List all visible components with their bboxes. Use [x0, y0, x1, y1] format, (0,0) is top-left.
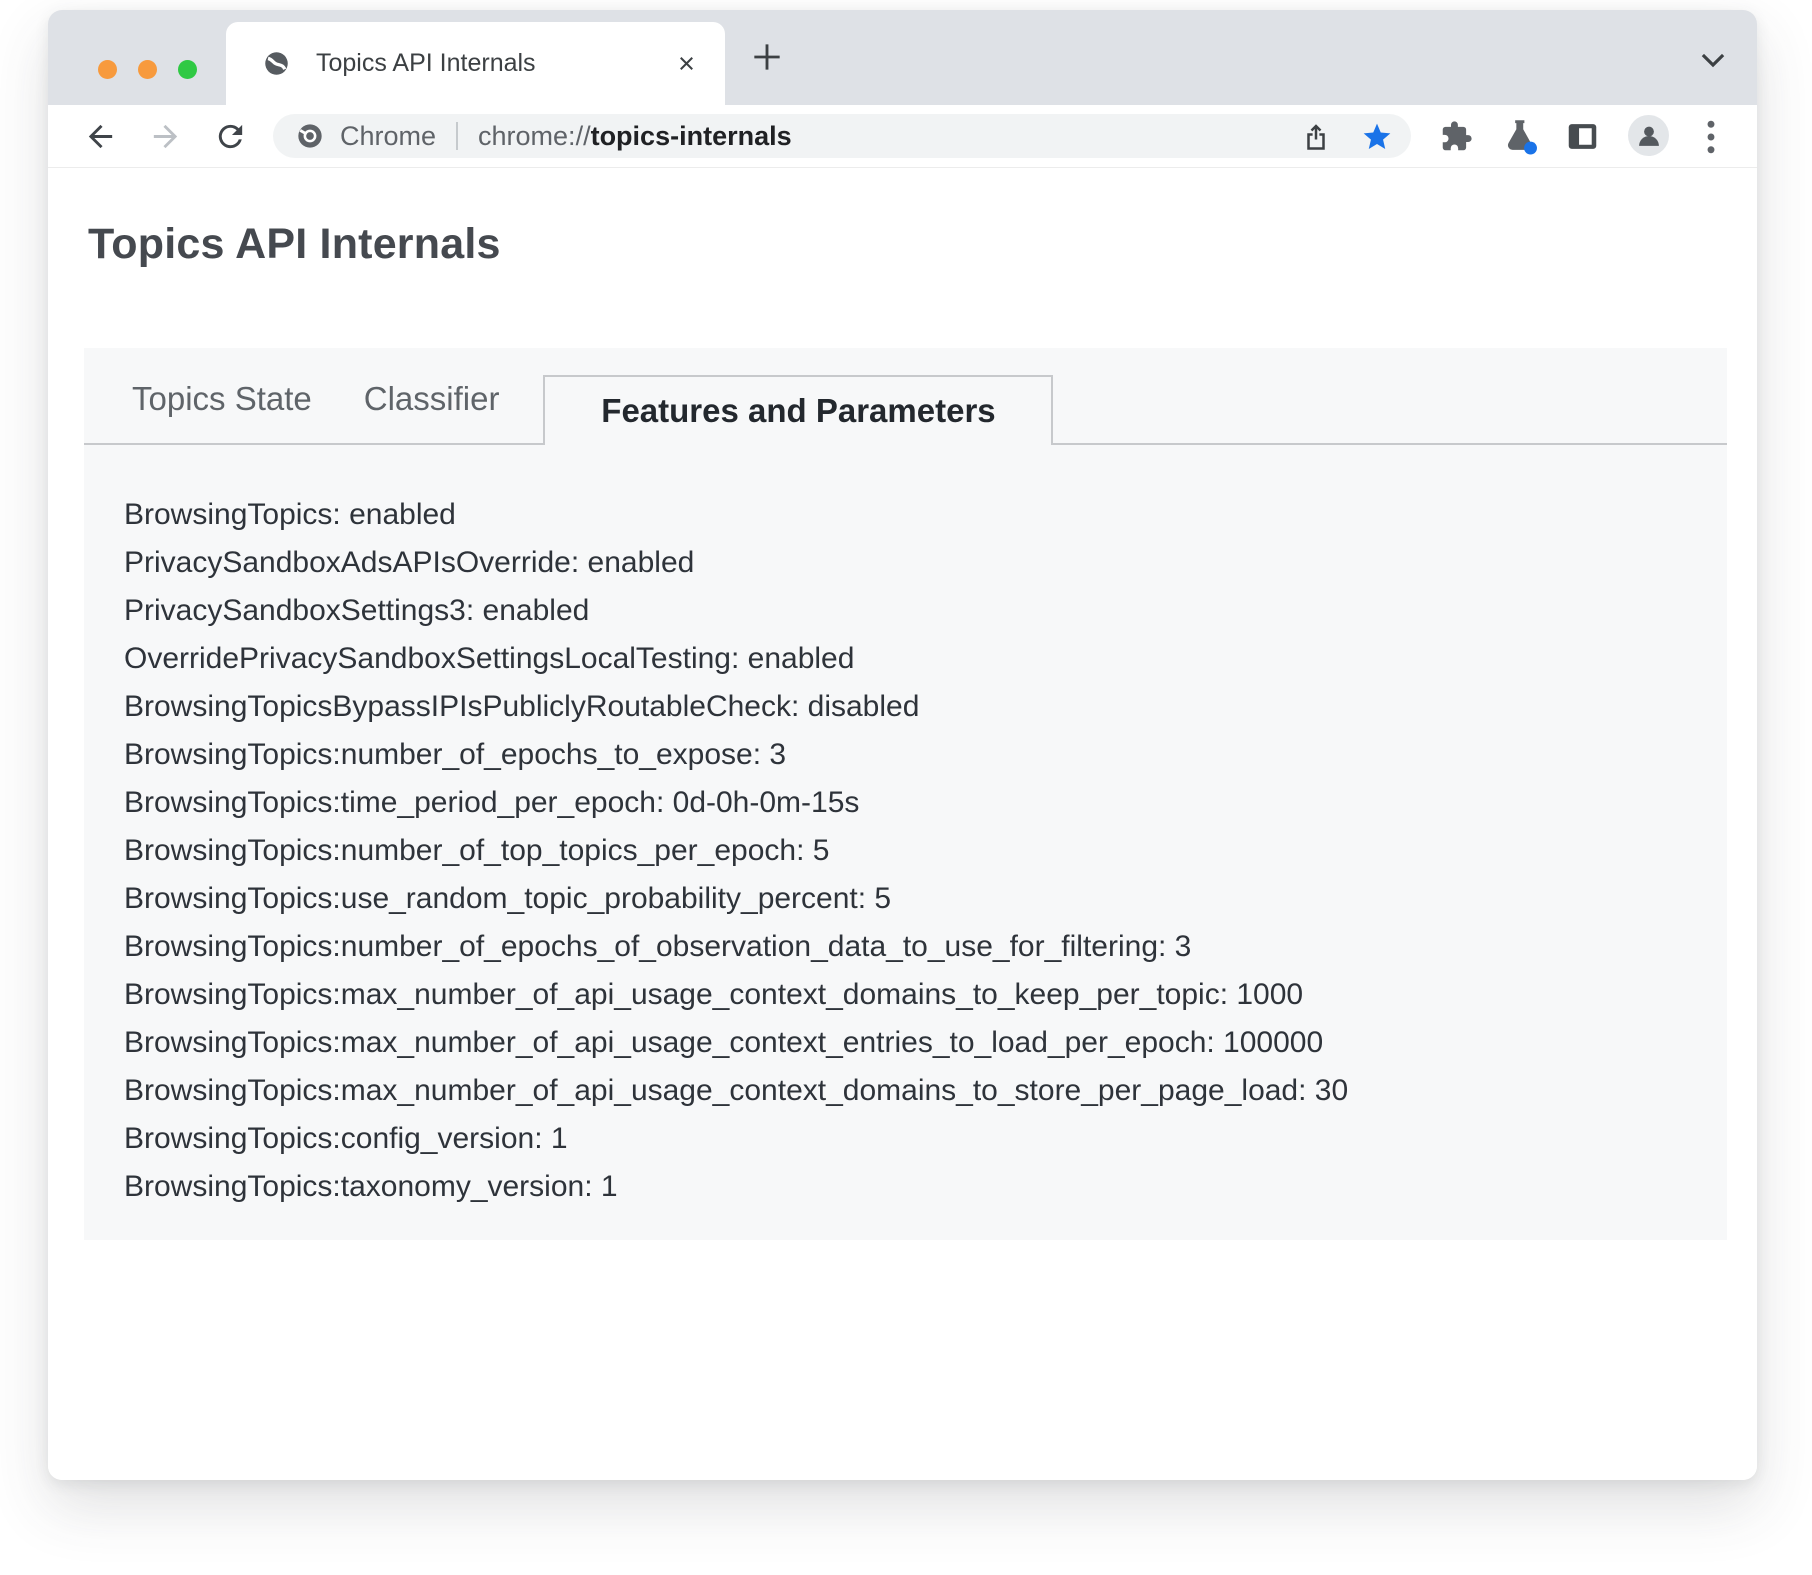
- url-text: chrome://topics-internals: [478, 121, 792, 152]
- tab-classifier[interactable]: Classifier: [364, 380, 500, 443]
- feature-line: BrowsingTopics:number_of_top_topics_per_…: [124, 827, 1687, 875]
- page-title: Topics API Internals: [88, 220, 501, 269]
- reload-icon[interactable]: [213, 119, 248, 154]
- bookmark-star-icon[interactable]: [1361, 121, 1393, 153]
- tab-favicon-globe-icon: [263, 50, 290, 77]
- tab-topics-state[interactable]: Topics State: [132, 380, 312, 443]
- profile-avatar[interactable]: [1628, 115, 1669, 156]
- url-host: topics-internals: [591, 121, 792, 151]
- omnibox-divider: [456, 122, 458, 150]
- feature-line: PrivacySandboxSettings3: enabled: [124, 587, 1687, 635]
- window-close-button[interactable]: [98, 60, 117, 79]
- tab-title: Topics API Internals: [316, 49, 725, 78]
- feature-line: BrowsingTopics:time_period_per_epoch: 0d…: [124, 779, 1687, 827]
- address-bar[interactable]: Chrome chrome://topics-internals: [273, 114, 1411, 158]
- feature-line: BrowsingTopicsBypassIPIsPubliclyRoutable…: [124, 683, 1687, 731]
- tab-strip: Topics API Internals: [48, 10, 1757, 105]
- feature-line: BrowsingTopics: enabled: [124, 491, 1687, 539]
- feature-line: BrowsingTopics:use_random_topic_probabil…: [124, 875, 1687, 923]
- browser-toolbar: Chrome chrome://topics-internals: [48, 105, 1757, 168]
- feature-line: BrowsingTopics:number_of_epochs_of_obser…: [124, 923, 1687, 971]
- browser-tab[interactable]: Topics API Internals: [226, 22, 725, 105]
- feature-line: BrowsingTopics:max_number_of_api_usage_c…: [124, 1019, 1687, 1067]
- feature-line: BrowsingTopics:taxonomy_version: 1: [124, 1163, 1687, 1211]
- page-content: Topics API Internals Topics State Classi…: [48, 168, 1757, 1480]
- window-minimize-button[interactable]: [138, 60, 157, 79]
- window-zoom-button[interactable]: [178, 60, 197, 79]
- feature-line: BrowsingTopics:max_number_of_api_usage_c…: [124, 971, 1687, 1019]
- experiments-flask-icon[interactable]: [1501, 118, 1539, 156]
- feature-line: BrowsingTopics:number_of_epochs_to_expos…: [124, 731, 1687, 779]
- tab-strip-chevron-icon[interactable]: [1700, 52, 1726, 68]
- browser-window: Topics API Internals: [48, 10, 1757, 1480]
- forward-icon[interactable]: [148, 119, 183, 154]
- share-icon[interactable]: [1301, 122, 1331, 152]
- feature-line: BrowsingTopics:config_version: 1: [124, 1115, 1687, 1163]
- internals-tab-row: Topics State Classifier Features and Par…: [84, 348, 1727, 445]
- internals-panel: Topics State Classifier Features and Par…: [84, 348, 1727, 1240]
- window-controls: [98, 60, 197, 79]
- feature-list: BrowsingTopics: enabledPrivacySandboxAds…: [84, 445, 1727, 1211]
- kebab-menu-icon[interactable]: [1706, 119, 1716, 155]
- tab-features-and-parameters[interactable]: Features and Parameters: [543, 375, 1053, 445]
- extensions-puzzle-icon[interactable]: [1440, 120, 1473, 153]
- chrome-logo-icon: [296, 122, 324, 150]
- side-panel-icon[interactable]: [1566, 120, 1599, 153]
- new-tab-button[interactable]: [748, 38, 786, 76]
- back-icon[interactable]: [83, 119, 118, 154]
- feature-line: BrowsingTopics:max_number_of_api_usage_c…: [124, 1067, 1687, 1115]
- url-scheme: chrome://: [478, 121, 591, 151]
- origin-chip-label: Chrome: [340, 121, 436, 152]
- feature-line: OverridePrivacySandboxSettingsLocalTesti…: [124, 635, 1687, 683]
- tab-close-icon[interactable]: [675, 52, 698, 75]
- feature-line: PrivacySandboxAdsAPIsOverride: enabled: [124, 539, 1687, 587]
